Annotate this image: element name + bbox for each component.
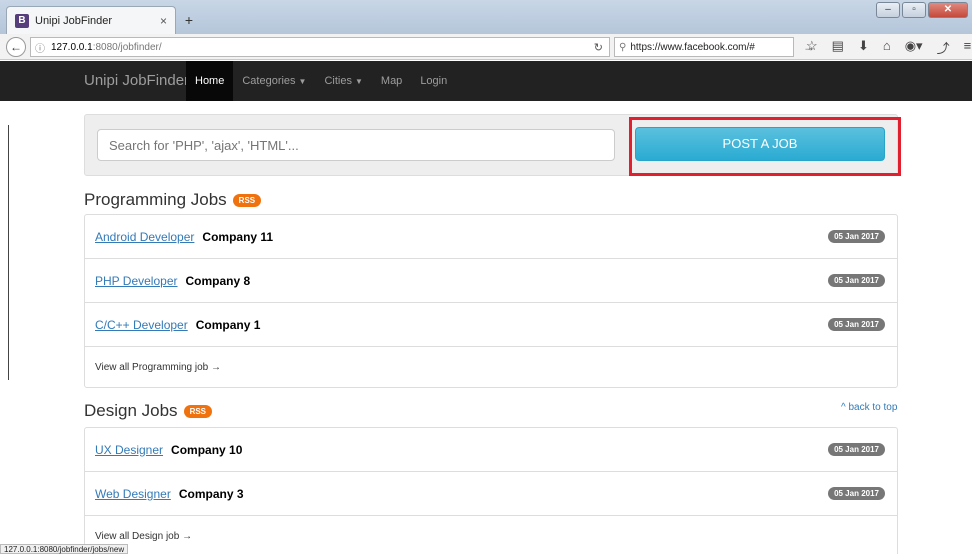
minimize-icon[interactable]: –: [876, 2, 900, 18]
company-name: Company 3: [178, 486, 244, 501]
nav-categories[interactable]: Categories ▼: [233, 61, 315, 101]
job-link[interactable]: UX Designer: [95, 443, 163, 457]
browser-tab[interactable]: B Unipi JobFinder ×: [6, 6, 176, 34]
reload-icon[interactable]: ↻: [594, 41, 603, 54]
url-path: :8080/jobfinder/: [92, 41, 162, 53]
site-brand[interactable]: Unipi JobFinder: [84, 72, 189, 89]
tab-title: Unipi JobFinder: [35, 14, 113, 27]
nav-home[interactable]: Home: [186, 61, 234, 101]
search-icon: ⚲: [619, 41, 627, 53]
date-badge: 05 Jan 2017: [828, 274, 885, 287]
job-link[interactable]: Android Developer: [95, 230, 194, 244]
rss-badge[interactable]: RSS: [183, 404, 213, 418]
browser-search-input[interactable]: ⚲ https://www.facebook.com/# →: [614, 37, 815, 57]
section-title-programming: Programming Jobs RSS: [84, 190, 262, 210]
pin-icon[interactable]: ⤴: [937, 38, 950, 57]
addon-icon[interactable]: ◉▾: [905, 38, 923, 57]
status-bar: 127.0.0.1:8080/jobfinder/jobs/new: [0, 544, 129, 554]
job-link[interactable]: Web Designer: [95, 487, 171, 501]
url-host: 127.0.0.1: [51, 41, 93, 53]
new-tab-button[interactable]: +: [178, 10, 200, 30]
bookmark-star-icon[interactable]: ☆: [806, 38, 818, 57]
nav-login-label: Login: [420, 75, 448, 87]
job-row: C/C++ Developer Company 1 05 Jan 2017: [85, 303, 897, 347]
left-divider: [8, 125, 9, 380]
job-row: UX Designer Company 10 05 Jan 2017: [85, 428, 897, 472]
caret-down-icon: ▼: [354, 77, 363, 86]
date-badge: 05 Jan 2017: [828, 487, 885, 500]
download-arrow-icon[interactable]: ⬇: [858, 38, 869, 57]
back-arrow-icon[interactable]: ←: [6, 36, 26, 57]
title-bar: B Unipi JobFinder × + – ▫ ✕: [0, 0, 972, 34]
job-row: Android Developer Company 11 05 Jan 2017: [85, 215, 897, 259]
job-row: PHP Developer Company 8 05 Jan 2017: [85, 259, 897, 303]
browser-toolbar: ← ⓘ 127.0.0.1 :8080/jobfinder/ ↻ ⚲ https…: [0, 34, 972, 60]
job-search-input[interactable]: [97, 129, 615, 161]
company-name: Company 10: [171, 442, 243, 457]
rss-badge[interactable]: RSS: [232, 193, 262, 207]
window-controls: – ▫ ✕: [876, 2, 968, 18]
section-heading: Design Jobs: [84, 401, 178, 420]
company-name: Company 8: [185, 273, 251, 288]
url-bar[interactable]: ⓘ 127.0.0.1 :8080/jobfinder/ ↻: [30, 37, 610, 57]
section-heading: Programming Jobs: [84, 190, 227, 209]
date-badge: 05 Jan 2017: [828, 443, 885, 456]
site-navbar: Unipi JobFinder Home Categories ▼ Cities ▼…: [0, 61, 972, 101]
browser-tools: ☆ ▤ ⬇ ⌂ ◉▾ ⤴ ≡: [806, 38, 971, 57]
tab-close-icon[interactable]: ×: [160, 14, 167, 28]
company-name: Company 11: [202, 229, 274, 244]
nav-menu: Home Categories ▼ Cities ▼ Map Login: [186, 61, 456, 101]
view-all-programming-link[interactable]: View all Programming job →: [85, 347, 897, 387]
back-to-top-link[interactable]: ^ back to top: [841, 402, 897, 413]
search-value: https://www.facebook.com/#: [630, 41, 755, 53]
home-icon[interactable]: ⌂: [883, 38, 891, 57]
job-link[interactable]: PHP Developer: [95, 274, 178, 288]
menu-icon[interactable]: ≡: [964, 38, 972, 57]
nav-map[interactable]: Map: [372, 61, 411, 101]
nav-cities-label: Cities: [324, 75, 352, 87]
highlight-box: [629, 117, 901, 176]
caret-down-icon: ▼: [298, 77, 307, 86]
browser-window: B Unipi JobFinder × + – ▫ ✕ ← ⓘ 127.0.0.…: [0, 0, 972, 554]
programming-jobs-panel: Android Developer Company 11 05 Jan 2017…: [84, 214, 898, 388]
company-name: Company 1: [195, 317, 261, 332]
bootstrap-favicon-icon: B: [15, 13, 29, 28]
nav-home-label: Home: [195, 75, 225, 87]
section-title-design: Design Jobs RSS: [84, 401, 213, 421]
bookmarks-list-icon[interactable]: ▤: [832, 38, 844, 57]
info-icon[interactable]: ⓘ: [35, 40, 45, 55]
view-all-design-link[interactable]: View all Design job →: [85, 516, 897, 554]
date-badge: 05 Jan 2017: [828, 318, 885, 331]
job-row: Web Designer Company 3 05 Jan 2017: [85, 472, 897, 516]
job-link[interactable]: C/C++ Developer: [95, 318, 188, 332]
nav-categories-label: Categories: [242, 75, 296, 87]
nav-cities[interactable]: Cities ▼: [315, 61, 371, 101]
nav-login[interactable]: Login: [411, 61, 456, 101]
date-badge: 05 Jan 2017: [828, 230, 885, 243]
maximize-icon[interactable]: ▫: [902, 2, 926, 18]
design-jobs-panel: UX Designer Company 10 05 Jan 2017 Web D…: [84, 427, 898, 554]
window-close-icon[interactable]: ✕: [928, 2, 968, 18]
nav-map-label: Map: [380, 75, 403, 87]
